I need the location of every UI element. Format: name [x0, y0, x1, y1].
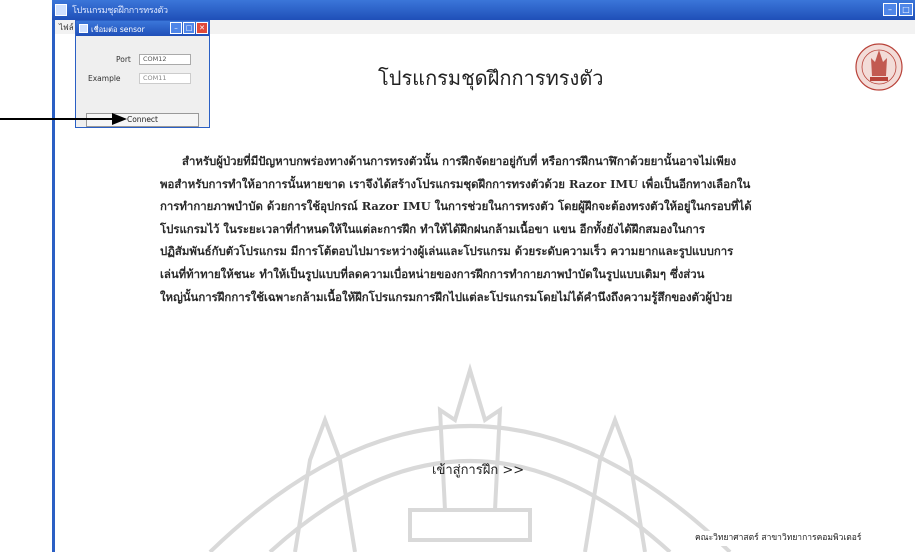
port-label: Port — [116, 55, 131, 64]
paragraph-line: ใหญ่นั้นการฝึกการใช้เฉพาะกล้ามเนื้อให้ฝึ… — [160, 289, 733, 304]
watermark-emblem-icon — [208, 363, 732, 552]
dialog-titlebar[interactable]: เชื่อมต่อ sensor – □ ✕ — [76, 21, 209, 36]
dialog-close-button[interactable]: ✕ — [196, 22, 208, 34]
main-window-titlebar[interactable]: โปรแกรมชุดฝึกการทรงตัว – □ — [52, 0, 915, 20]
example-label: Example — [88, 74, 121, 83]
maximize-button[interactable]: □ — [899, 3, 913, 16]
dialog-minimize-button[interactable]: – — [170, 22, 182, 34]
dialog-maximize-button[interactable]: □ — [183, 22, 195, 34]
dialog-controls: – □ ✕ — [170, 22, 208, 34]
paragraph-line: การทำกายภาพบำบัด ด้วยการใช้อุปกรณ์ Razor… — [160, 199, 752, 214]
paragraph-line: สำหรับผู้ป่วยที่มีปัญหาบกพร่องทางด้านการ… — [182, 154, 737, 168]
paragraph-line: เล่นที่ท้าทายให้ชนะ ทำให้เป็นรูปแบบที่ลด… — [160, 266, 705, 281]
description-paragraph: สำหรับผู้ป่วยที่มีปัญหาบกพร่องทางด้านการ… — [160, 150, 810, 308]
dialog-icon — [79, 24, 88, 33]
minimize-button[interactable]: – — [883, 3, 897, 16]
app-icon — [55, 4, 67, 16]
example-value: COM11 — [139, 73, 191, 84]
paragraph-line: พอสำหรับการทำให้อาการนั้นหายขาด เราจึงได… — [160, 176, 751, 191]
paragraph-line: โปรแกรมไว้ ในระยะเวลาที่กำหนดให้ในแต่ละก… — [160, 221, 705, 236]
annotation-arrow-icon — [0, 113, 127, 125]
menu-file[interactable]: ไฟล์ — [59, 21, 74, 34]
enter-training-button[interactable]: เข้าสู่การฝึก >> — [432, 459, 524, 480]
page-title: โปรแกรมชุดฝึกการทรงตัว — [378, 66, 604, 90]
footer-credit: คณะวิทยาศาสตร์ สาขาวิทยาการคอมพิวเตอร์ — [695, 531, 915, 546]
window-title: โปรแกรมชุดฝึกการทรงตัว — [72, 6, 168, 16]
paragraph-line: ปฏิสัมพันธ์กับตัวโปรแกรม มีการโต้ตอบไปมา… — [160, 244, 734, 259]
port-input[interactable]: COM12 — [139, 54, 191, 65]
window-border — [52, 20, 55, 552]
window-controls: – □ — [883, 3, 913, 16]
university-emblem-icon — [855, 43, 903, 91]
dialog-title: เชื่อมต่อ sensor — [91, 25, 145, 34]
